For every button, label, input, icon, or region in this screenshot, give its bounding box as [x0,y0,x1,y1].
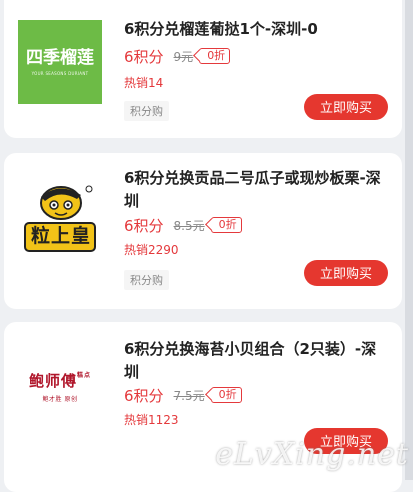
original-price: 8.5元 [173,218,205,233]
product-title[interactable]: 6积分兑换贡品二号瓜子或现炒板栗-深圳 [124,167,386,213]
sales-count: 热销1123 [124,413,179,427]
points-tag: 积分购 [124,270,169,290]
bao-logo: 鲍师傅糕点 鲍才胜 原创 [18,344,102,428]
logo-text: 粒上皇 [30,225,91,247]
logo-subtext: YOUR SEASONS DURIANT [31,71,89,76]
discount-badge: 0折 [210,217,242,233]
points-price: 6积分 [124,386,164,405]
logo-text: 鲍师傅糕点 [29,370,91,391]
seed-logo: 粒上皇 [18,175,102,259]
discount-badge: 0折 [210,387,242,403]
right-edge [405,0,413,480]
logo-subtext: 鲍才胜 原创 [42,395,78,403]
buy-now-button[interactable]: 立即购买 [304,94,388,120]
product-card[interactable]: 四季榴莲 YOUR SEASONS DURIANT 6积分兑榴莲葡挞1个-深圳-… [4,0,402,138]
product-title[interactable]: 6积分兑榴莲葡挞1个-深圳-0 [124,18,386,41]
points-price: 6积分 [124,47,164,66]
buy-now-button[interactable]: 立即购买 [304,260,388,286]
watermark-text: eLvXing.net [215,437,409,472]
product-card[interactable]: 粒上皇 6积分兑换贡品二号瓜子或现炒板栗-深圳 6积分 8.5元 0折 热销22… [4,153,402,309]
price-row: 6积分 9元 0折 [124,45,231,67]
discount-badge: 0折 [199,48,231,64]
points-tag: 积分购 [124,101,169,121]
sales-count: 热销14 [124,76,164,90]
points-price: 6积分 [124,216,164,235]
original-price: 7.5元 [173,388,205,403]
logo-tag: 糕点 [77,371,92,379]
original-price: 9元 [173,49,194,64]
price-row: 6积分 7.5元 0折 [124,384,242,406]
price-row: 6积分 8.5元 0折 [124,214,242,236]
product-title[interactable]: 6积分兑换海苔小贝组合（2只装）-深圳 [124,338,386,384]
sales-count: 热销2290 [124,243,179,257]
durian-logo: 四季榴莲 YOUR SEASONS DURIANT [18,20,102,104]
logo-text: 四季榴莲 [26,48,94,68]
logo-name: 鲍师傅 [28,371,77,390]
